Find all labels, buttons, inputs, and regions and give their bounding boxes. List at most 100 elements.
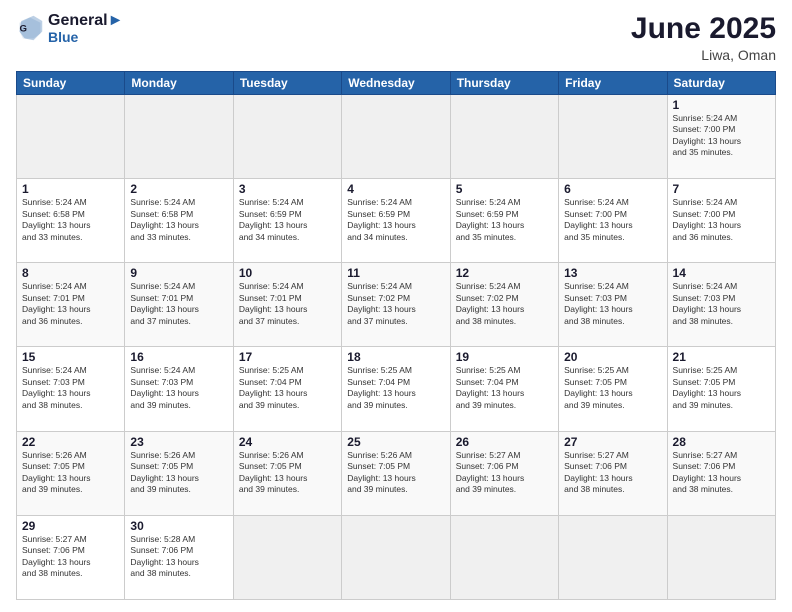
day-cell	[233, 95, 341, 179]
day-cell: 19Sunrise: 5:25 AM Sunset: 7:04 PM Dayli…	[450, 347, 558, 431]
day-number: 30	[130, 519, 227, 533]
day-info: Sunrise: 5:27 AM Sunset: 7:06 PM Dayligh…	[456, 450, 553, 496]
day-cell: 15Sunrise: 5:24 AM Sunset: 7:03 PM Dayli…	[17, 347, 125, 431]
day-cell: 7Sunrise: 5:24 AM Sunset: 7:00 PM Daylig…	[667, 179, 775, 263]
day-cell: 2Sunrise: 5:24 AM Sunset: 6:58 PM Daylig…	[125, 179, 233, 263]
day-info: Sunrise: 5:24 AM Sunset: 7:03 PM Dayligh…	[673, 281, 770, 327]
day-cell: 27Sunrise: 5:27 AM Sunset: 7:06 PM Dayli…	[559, 431, 667, 515]
day-info: Sunrise: 5:24 AM Sunset: 7:00 PM Dayligh…	[673, 197, 770, 243]
header: G General► Blue June 2025 Liwa, Oman	[16, 12, 776, 63]
svg-text:G: G	[20, 24, 27, 35]
day-cell: 11Sunrise: 5:24 AM Sunset: 7:02 PM Dayli…	[342, 263, 450, 347]
day-cell: 23Sunrise: 5:26 AM Sunset: 7:05 PM Dayli…	[125, 431, 233, 515]
day-number: 22	[22, 435, 119, 449]
day-cell: 24Sunrise: 5:26 AM Sunset: 7:05 PM Dayli…	[233, 431, 341, 515]
day-info: Sunrise: 5:24 AM Sunset: 6:59 PM Dayligh…	[347, 197, 444, 243]
day-info: Sunrise: 5:24 AM Sunset: 7:01 PM Dayligh…	[22, 281, 119, 327]
day-cell: 28Sunrise: 5:27 AM Sunset: 7:06 PM Dayli…	[667, 431, 775, 515]
day-number: 18	[347, 350, 444, 364]
day-info: Sunrise: 5:24 AM Sunset: 6:58 PM Dayligh…	[130, 197, 227, 243]
day-number: 5	[456, 182, 553, 196]
day-number: 15	[22, 350, 119, 364]
day-cell: 16Sunrise: 5:24 AM Sunset: 7:03 PM Dayli…	[125, 347, 233, 431]
day-cell: 20Sunrise: 5:25 AM Sunset: 7:05 PM Dayli…	[559, 347, 667, 431]
week-row-4: 22Sunrise: 5:26 AM Sunset: 7:05 PM Dayli…	[17, 431, 776, 515]
day-number: 6	[564, 182, 661, 196]
day-info: Sunrise: 5:24 AM Sunset: 7:03 PM Dayligh…	[130, 365, 227, 411]
month-year: June 2025	[631, 12, 776, 45]
day-info: Sunrise: 5:24 AM Sunset: 7:02 PM Dayligh…	[347, 281, 444, 327]
day-cell: 4Sunrise: 5:24 AM Sunset: 6:59 PM Daylig…	[342, 179, 450, 263]
day-number: 25	[347, 435, 444, 449]
day-info: Sunrise: 5:28 AM Sunset: 7:06 PM Dayligh…	[130, 534, 227, 580]
day-cell: 22Sunrise: 5:26 AM Sunset: 7:05 PM Dayli…	[17, 431, 125, 515]
day-number: 8	[22, 266, 119, 280]
day-cell	[559, 95, 667, 179]
day-number: 4	[347, 182, 444, 196]
day-cell: 13Sunrise: 5:24 AM Sunset: 7:03 PM Dayli…	[559, 263, 667, 347]
day-cell: 8Sunrise: 5:24 AM Sunset: 7:01 PM Daylig…	[17, 263, 125, 347]
day-number: 29	[22, 519, 119, 533]
day-cell: 30Sunrise: 5:28 AM Sunset: 7:06 PM Dayli…	[125, 515, 233, 599]
day-info: Sunrise: 5:24 AM Sunset: 7:01 PM Dayligh…	[130, 281, 227, 327]
day-info: Sunrise: 5:25 AM Sunset: 7:04 PM Dayligh…	[347, 365, 444, 411]
day-number: 14	[673, 266, 770, 280]
day-number: 1	[22, 182, 119, 196]
col-header-thursday: Thursday	[450, 72, 558, 95]
day-number: 3	[239, 182, 336, 196]
day-cell: 1Sunrise: 5:24 AM Sunset: 7:00 PM Daylig…	[667, 95, 775, 179]
day-cell	[17, 95, 125, 179]
logo-text: General► Blue	[48, 12, 123, 45]
col-header-wednesday: Wednesday	[342, 72, 450, 95]
day-info: Sunrise: 5:27 AM Sunset: 7:06 PM Dayligh…	[673, 450, 770, 496]
day-info: Sunrise: 5:24 AM Sunset: 6:59 PM Dayligh…	[239, 197, 336, 243]
day-number: 27	[564, 435, 661, 449]
day-info: Sunrise: 5:24 AM Sunset: 7:01 PM Dayligh…	[239, 281, 336, 327]
day-info: Sunrise: 5:27 AM Sunset: 7:06 PM Dayligh…	[22, 534, 119, 580]
col-header-sunday: Sunday	[17, 72, 125, 95]
logo-icon: G	[16, 14, 44, 42]
day-info: Sunrise: 5:24 AM Sunset: 6:59 PM Dayligh…	[456, 197, 553, 243]
day-number: 1	[673, 98, 770, 112]
day-info: Sunrise: 5:26 AM Sunset: 7:05 PM Dayligh…	[239, 450, 336, 496]
day-number: 23	[130, 435, 227, 449]
day-info: Sunrise: 5:26 AM Sunset: 7:05 PM Dayligh…	[130, 450, 227, 496]
day-info: Sunrise: 5:25 AM Sunset: 7:04 PM Dayligh…	[456, 365, 553, 411]
day-cell: 12Sunrise: 5:24 AM Sunset: 7:02 PM Dayli…	[450, 263, 558, 347]
day-info: Sunrise: 5:24 AM Sunset: 7:00 PM Dayligh…	[564, 197, 661, 243]
day-cell	[342, 515, 450, 599]
day-cell: 3Sunrise: 5:24 AM Sunset: 6:59 PM Daylig…	[233, 179, 341, 263]
day-cell	[125, 95, 233, 179]
day-number: 16	[130, 350, 227, 364]
day-info: Sunrise: 5:26 AM Sunset: 7:05 PM Dayligh…	[22, 450, 119, 496]
day-cell: 5Sunrise: 5:24 AM Sunset: 6:59 PM Daylig…	[450, 179, 558, 263]
day-number: 10	[239, 266, 336, 280]
day-number: 7	[673, 182, 770, 196]
week-row-2: 8Sunrise: 5:24 AM Sunset: 7:01 PM Daylig…	[17, 263, 776, 347]
day-cell: 6Sunrise: 5:24 AM Sunset: 7:00 PM Daylig…	[559, 179, 667, 263]
day-number: 2	[130, 182, 227, 196]
day-cell: 10Sunrise: 5:24 AM Sunset: 7:01 PM Dayli…	[233, 263, 341, 347]
day-info: Sunrise: 5:24 AM Sunset: 7:03 PM Dayligh…	[22, 365, 119, 411]
day-info: Sunrise: 5:25 AM Sunset: 7:04 PM Dayligh…	[239, 365, 336, 411]
week-row-1: 1Sunrise: 5:24 AM Sunset: 6:58 PM Daylig…	[17, 179, 776, 263]
day-cell	[342, 95, 450, 179]
week-row-0: 1Sunrise: 5:24 AM Sunset: 7:00 PM Daylig…	[17, 95, 776, 179]
day-info: Sunrise: 5:24 AM Sunset: 7:00 PM Dayligh…	[673, 113, 770, 159]
day-cell: 29Sunrise: 5:27 AM Sunset: 7:06 PM Dayli…	[17, 515, 125, 599]
day-info: Sunrise: 5:26 AM Sunset: 7:05 PM Dayligh…	[347, 450, 444, 496]
week-row-5: 29Sunrise: 5:27 AM Sunset: 7:06 PM Dayli…	[17, 515, 776, 599]
day-info: Sunrise: 5:24 AM Sunset: 7:02 PM Dayligh…	[456, 281, 553, 327]
day-cell	[667, 515, 775, 599]
day-info: Sunrise: 5:24 AM Sunset: 6:58 PM Dayligh…	[22, 197, 119, 243]
day-cell: 14Sunrise: 5:24 AM Sunset: 7:03 PM Dayli…	[667, 263, 775, 347]
day-number: 9	[130, 266, 227, 280]
col-header-saturday: Saturday	[667, 72, 775, 95]
day-info: Sunrise: 5:24 AM Sunset: 7:03 PM Dayligh…	[564, 281, 661, 327]
day-cell: 1Sunrise: 5:24 AM Sunset: 6:58 PM Daylig…	[17, 179, 125, 263]
day-number: 26	[456, 435, 553, 449]
day-number: 12	[456, 266, 553, 280]
header-row: SundayMondayTuesdayWednesdayThursdayFrid…	[17, 72, 776, 95]
title-block: June 2025 Liwa, Oman	[631, 12, 776, 63]
col-header-monday: Monday	[125, 72, 233, 95]
